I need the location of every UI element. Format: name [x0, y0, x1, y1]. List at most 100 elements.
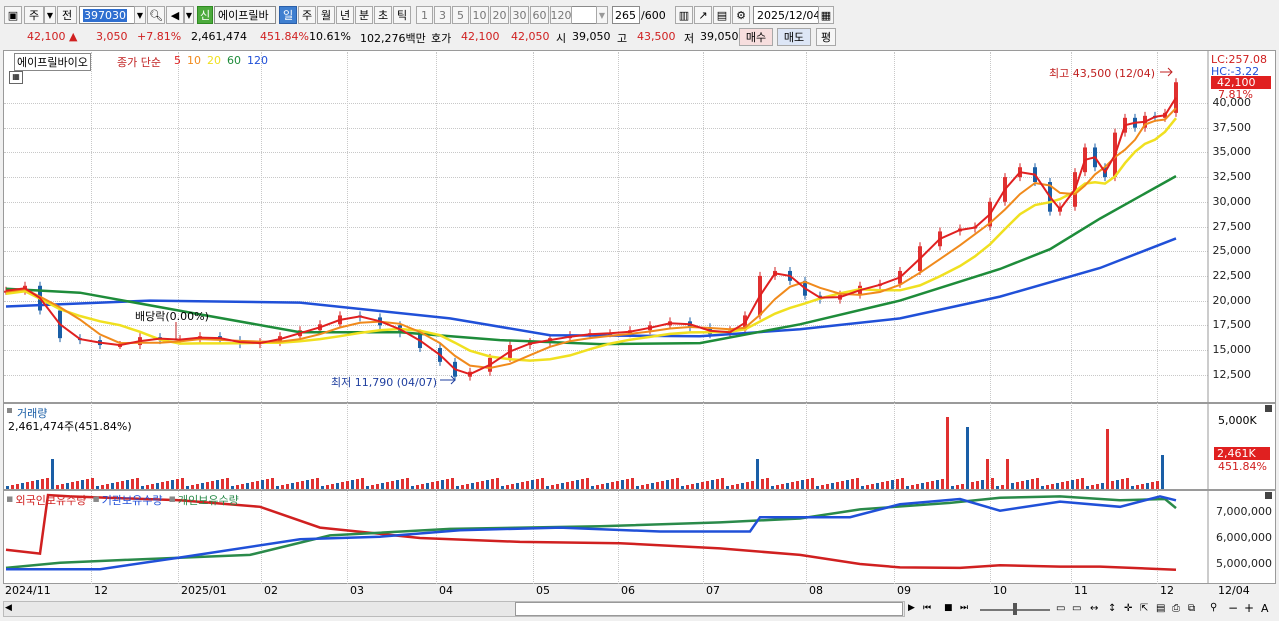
volume-bar — [451, 478, 454, 489]
holdings-legend: ▪ 외국인보유수량 ▪ 기관보유수량 ▪ 개인보유수량 — [6, 492, 239, 508]
volume-bar — [1121, 479, 1124, 489]
time-axis-label: 09 — [897, 584, 911, 597]
volume-bar — [1076, 479, 1079, 489]
window-icon[interactable]: ▭ — [1056, 603, 1065, 614]
panel-close-icon[interactable] — [1265, 405, 1272, 412]
volume-bar — [31, 481, 34, 489]
volume-bar — [641, 485, 644, 489]
timeframe-button-6[interactable]: 틱 — [393, 6, 411, 24]
time-axis-label: 12/04 — [1218, 584, 1250, 597]
scroll-left-icon[interactable]: ◀ — [5, 603, 12, 613]
time-axis-label: 03 — [350, 584, 364, 597]
volume-bar — [556, 484, 559, 489]
volume-bar — [546, 486, 549, 489]
interval-button-2[interactable]: 5 — [452, 6, 469, 24]
volume-bar — [731, 485, 734, 489]
scroll-right-icon[interactable]: ▶ — [908, 603, 915, 613]
volume-bar — [706, 481, 709, 489]
volume-bar — [586, 478, 589, 489]
volume-bar — [436, 481, 439, 489]
volume-bar — [186, 486, 189, 489]
volume-bar — [671, 479, 674, 489]
arrow-shrink-icon[interactable]: ↕ — [1108, 603, 1116, 614]
volume-bar — [1056, 483, 1059, 489]
interval-button-3[interactable]: 10 — [470, 6, 489, 24]
volume-bar — [926, 482, 929, 489]
volume-last-tag: 2,461K — [1214, 447, 1270, 460]
volume-bar — [656, 482, 659, 489]
timeframe-button-4[interactable]: 분 — [355, 6, 373, 24]
volume-bar — [551, 485, 554, 489]
volume-bar — [791, 482, 794, 489]
interval-button-6[interactable]: 60 — [530, 6, 549, 24]
volume-bar — [941, 479, 944, 489]
interval-button-0[interactable]: 1 — [416, 6, 433, 24]
volume-bar — [921, 483, 924, 489]
volume-bar — [861, 486, 864, 489]
volume-bar — [601, 484, 604, 489]
volume-bar — [626, 479, 629, 489]
volume-bar — [76, 481, 79, 489]
scroll-thumb[interactable] — [515, 602, 903, 616]
volume-bar — [441, 480, 444, 489]
interval-button-1[interactable]: 3 — [434, 6, 451, 24]
rewind-icon[interactable]: ⏮ — [923, 603, 931, 613]
legend-marker-icon: ▪ — [92, 492, 100, 505]
copy-icon[interactable]: ⧉ — [1188, 603, 1195, 614]
volume-bar — [401, 479, 404, 489]
price-tick-label: 30,000 — [1212, 194, 1252, 208]
volume-bar — [71, 482, 74, 489]
volume-bar — [281, 485, 284, 489]
zoom-out-icon[interactable]: − — [1228, 601, 1238, 615]
pointer-icon[interactable]: ⇱ — [1140, 603, 1148, 614]
panel-close-icon[interactable] — [1265, 492, 1272, 499]
price-tick-label: 32,500 — [1212, 170, 1252, 184]
window-icon[interactable]: ▭ — [1072, 603, 1081, 614]
fast-forward-icon[interactable]: ⏭ — [960, 603, 968, 613]
zoom-search-icon[interactable]: ⚲ — [1210, 602, 1217, 613]
table-toggle-icon[interactable]: ▦ — [9, 71, 23, 84]
arrow-expand-icon[interactable]: ↔ — [1090, 603, 1098, 614]
time-axis-label: 07 — [706, 584, 720, 597]
holdings-tick-label: 6,000,000 — [1216, 531, 1272, 544]
timeframe-button-0[interactable]: 일 — [279, 6, 297, 24]
ma20-line — [5, 117, 1177, 362]
ma-legend-item: 60 — [227, 54, 241, 67]
volume-bar — [676, 478, 679, 489]
volume-bar — [1051, 484, 1054, 489]
high-arrow-icon — [1160, 67, 1173, 77]
volume-bar — [246, 483, 249, 489]
volume-bar — [466, 484, 469, 489]
volume-bar — [951, 486, 954, 489]
volume-bar — [1161, 455, 1164, 489]
timeframe-button-5[interactable]: 초 — [374, 6, 392, 24]
zoom-in-icon[interactable]: + — [1244, 601, 1254, 615]
timeframe-button-2[interactable]: 월 — [317, 6, 335, 24]
volume-bar — [426, 483, 429, 489]
timeframe-button-3[interactable]: 년 — [336, 6, 354, 24]
interval-button-4[interactable]: 20 — [490, 6, 509, 24]
font-size-icon[interactable]: A — [1261, 602, 1269, 615]
interval-button-7[interactable]: 120 — [550, 6, 572, 24]
time-axis-label: 05 — [536, 584, 550, 597]
zoom-slider-thumb[interactable] — [1013, 603, 1017, 615]
volume-bar — [196, 484, 199, 489]
save-image-icon[interactable]: ▤ — [1156, 603, 1165, 614]
timeframe-button-1[interactable]: 주 — [298, 6, 316, 24]
print-icon[interactable]: ⎙ — [1172, 603, 1180, 614]
crosshair-icon[interactable]: ✛ — [1124, 603, 1132, 614]
volume-bar — [811, 478, 814, 489]
volume-bar — [456, 486, 459, 489]
holdings-tick-label: 5,000,000 — [1216, 557, 1272, 570]
stop-icon[interactable]: ■ — [944, 603, 953, 613]
volume-bar — [971, 482, 974, 489]
volume-bar — [296, 482, 299, 489]
volume-bar — [871, 484, 874, 489]
volume-bar — [1106, 429, 1109, 489]
volume-bar — [126, 480, 129, 489]
volume-bar — [566, 482, 569, 489]
interval-button-5[interactable]: 30 — [510, 6, 529, 24]
volume-bar — [191, 485, 194, 489]
volume-bar — [856, 478, 859, 489]
volume-bar — [996, 486, 999, 489]
